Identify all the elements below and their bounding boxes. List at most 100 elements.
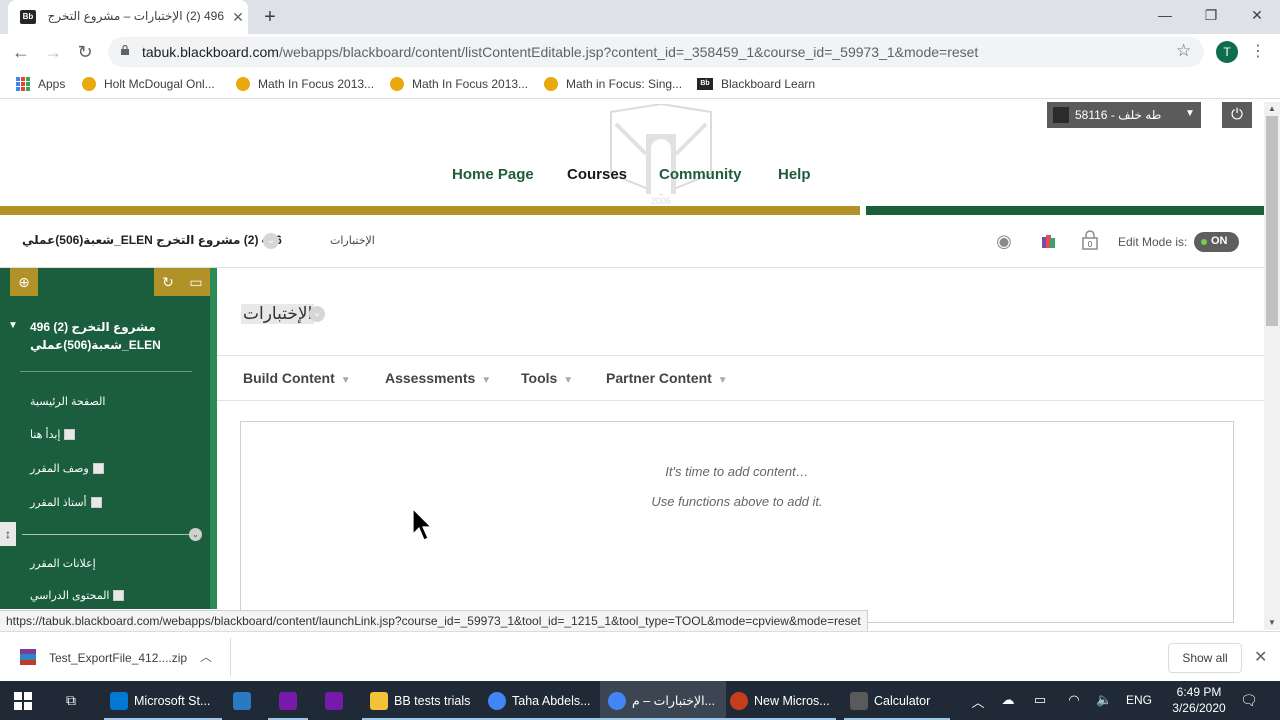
taskbar-label: Taha Abdels... [512,693,591,708]
wifi-icon[interactable]: ◠ [1066,692,1082,708]
edit-mode-toggle[interactable]: ON [1194,232,1239,252]
show-all-button[interactable]: Show all [1168,643,1242,673]
new-tab-icon[interactable]: + [258,5,282,29]
partner-content-button[interactable]: Partner Content ▼ [606,370,728,386]
nav-community[interactable]: Community [659,166,742,183]
assessments-button[interactable]: Assessments ▼ [385,370,491,386]
menu-item-instructor[interactable]: أستاذ المقرر [30,496,102,509]
chevron-down-icon[interactable]: ⌄ [309,306,325,322]
menu-item-course-description[interactable]: وصف المقرر [30,462,104,475]
folder-view-icon[interactable]: ▭ [182,268,210,296]
clock[interactable]: 6:49 PM 3/26/2020 [1162,684,1236,716]
color-palette-icon[interactable] [1040,233,1058,249]
minimize-icon[interactable]: — [1150,5,1180,25]
course-menu-title[interactable]: مشروع التخرج (2) 496 ELEN_شعبة(506)عملي [30,318,200,354]
student-preview-eye-icon[interactable]: ◉ [992,231,1016,251]
chevron-down-icon[interactable]: ⌄ [263,233,279,249]
onedrive-cloud-icon[interactable]: ☁ [1000,692,1016,708]
bookmark-label: Holt McDougal Onl... [104,77,215,91]
language-indicator[interactable]: ENG [1126,693,1152,707]
notifications-icon[interactable]: 🗨 [1240,692,1258,709]
menu-item-course-content[interactable]: المحتوى الدراسي [30,589,125,602]
chevron-up-icon[interactable]: ︿ [200,648,212,665]
bookmark-apps[interactable]: Apps [16,76,65,92]
back-icon[interactable]: ← [10,42,32,64]
taskbar-item-folder[interactable]: BB tests trials [362,681,482,720]
user-menu[interactable]: 58116 - طه خلف ▼ [1047,102,1201,128]
page-title: الإختبارات [241,304,315,324]
browser-tab[interactable]: Bb 496 (2) الإختبارات – مشروع التخرج ✕ [8,0,248,34]
taskbar-item-onenote[interactable] [268,681,308,720]
show-hidden-icons-icon[interactable]: ︿ [970,692,986,711]
status-url-tooltip: https://tabuk.blackboard.com/webapps/bla… [0,610,868,632]
onenote-icon [279,691,297,710]
nav-courses[interactable]: Courses [567,166,627,183]
browser-menu-icon[interactable]: ⋮ [1250,40,1266,64]
logo-year: 2006 [651,196,671,206]
task-view-icon[interactable]: ⧉ [62,691,80,709]
tab-title: 496 (2) الإختبارات – مشروع التخرج [47,9,224,23]
collapse-caret-icon[interactable]: ▼ [8,320,18,331]
menu-item-home[interactable]: الصفحة الرئيسية [30,395,105,408]
menu-item-announcements[interactable]: إعلانات المقرر [30,557,96,570]
scrollbar-thumb[interactable] [1266,116,1278,326]
bookmark-math-focus-2[interactable]: Math In Focus 2013... [390,76,528,92]
nav-home-page[interactable]: Home Page [452,166,534,183]
chrome-icon [608,691,626,710]
taskbar-item-store[interactable]: Microsoft St... [104,681,222,720]
edit-mode-value: ON [1211,235,1228,247]
reload-icon[interactable]: ↻ [74,42,96,64]
bookmark-holt[interactable]: Holt McDougal Onl... [82,76,215,92]
tab-close-icon[interactable]: ✕ [230,9,246,25]
url-path: /webapps/blackboard/content/listContentE… [278,44,979,60]
url-domain: tabuk.blackboard.com [142,44,279,60]
lock-count-icon[interactable]: 0 [1078,229,1102,250]
browser-tab-strip: Bb 496 (2) الإختبارات – مشروع التخرج ✕ +… [0,0,1280,34]
windows-start-icon[interactable] [14,692,32,710]
bookmark-blackboard[interactable]: Bb Blackboard Learn [697,76,815,92]
nav-help[interactable]: Help [778,166,811,183]
bookmark-star-icon[interactable]: ☆ [1176,41,1191,61]
course-menu-divider [20,371,192,372]
logout-power-icon[interactable]: ⏻ [1222,102,1252,128]
taskbar-item-chrome-1[interactable]: Taha Abdels... [482,681,600,720]
taskbar-item-calculator[interactable]: Calculator [844,681,950,720]
bookmark-label: Math in Focus: Sing... [566,77,683,91]
bookmark-math-focus-sing[interactable]: Math in Focus: Sing... [544,76,682,92]
chevron-down-icon: ▼ [563,375,574,386]
close-icon[interactable]: ✕ [1254,647,1267,667]
content-area: الإختبارات ⌄ Build Content ▼ Assessments ▼… [217,268,1264,623]
scroll-up-icon[interactable]: ▲ [1264,102,1280,116]
separator-options-icon[interactable]: ⌄ [189,528,202,541]
build-content-button[interactable]: Build Content ▼ [243,370,351,386]
taskbar-item-mail[interactable] [222,681,262,720]
calculator-icon [850,691,868,710]
restore-icon[interactable]: ❐ [1196,5,1226,25]
download-filename[interactable]: Test_ExportFile_412....zip [49,651,187,665]
lock-icon [121,45,129,55]
scroll-down-icon[interactable]: ▼ [1264,616,1280,630]
taskbar-item-onenote-2[interactable] [314,681,354,720]
close-window-icon[interactable]: ✕ [1242,5,1272,25]
bookmark-favicon-icon [544,77,558,91]
menu-item-start-here[interactable]: إبدأ هنا [30,428,76,441]
course-menu: ⊕ ↻ ▭ ▼ مشروع التخرج (2) 496 ELEN_شعبة(5… [0,268,210,609]
resize-handle-icon[interactable]: ↕ [0,522,16,546]
volume-icon[interactable]: 🔈 [1096,692,1112,708]
content-page-icon [92,463,104,474]
bookmark-favicon-icon [82,77,96,91]
taskbar-item-powerpoint[interactable]: New Micros... [726,681,836,720]
address-bar[interactable]: tabuk.blackboard.com/webapps/blackboard/… [108,37,1204,67]
taskbar-item-chrome-2[interactable]: الإختبارات – م... [600,681,726,720]
refresh-icon[interactable]: ↻ [154,268,182,296]
action-label: Build Content [243,370,335,386]
forward-icon[interactable]: → [42,42,64,64]
onenote-icon [325,691,343,710]
add-menu-item-icon[interactable]: ⊕ [10,268,38,296]
profile-avatar[interactable]: T [1216,41,1238,63]
bookmark-math-focus-1[interactable]: Math In Focus 2013... [236,76,374,92]
breadcrumb-course[interactable]: 496 (2) مشروع التخرج ELEN_شعبة(506)عملي [22,233,282,247]
page-scrollbar[interactable]: ▲ ▼ [1264,102,1280,630]
battery-icon[interactable]: ▭ [1032,692,1048,708]
tools-button[interactable]: Tools ▼ [521,370,573,386]
